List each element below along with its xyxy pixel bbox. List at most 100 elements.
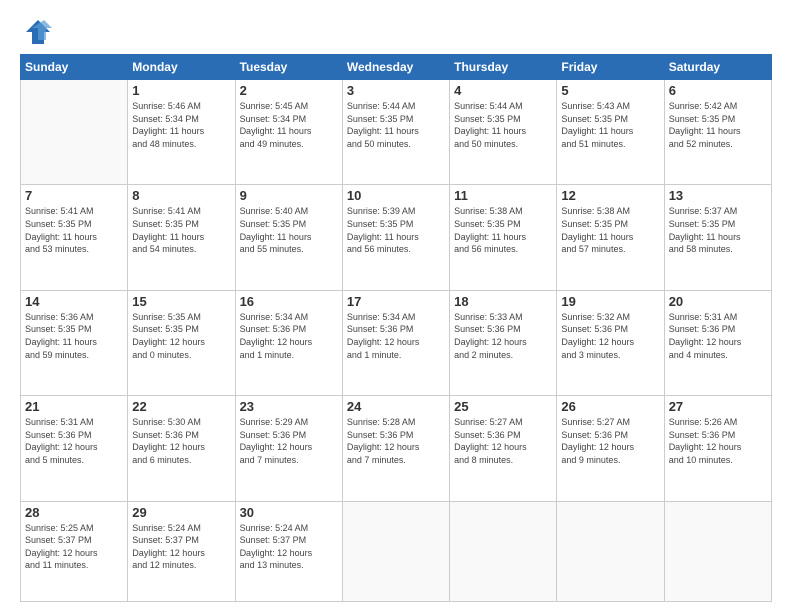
day-number: 17 — [347, 294, 445, 309]
day-number: 16 — [240, 294, 338, 309]
day-number: 5 — [561, 83, 659, 98]
day-number: 9 — [240, 188, 338, 203]
calendar-cell: 3 Sunrise: 5:44 AM Sunset: 5:35 PM Daylig… — [342, 80, 449, 185]
day-info: Sunrise: 5:31 AM Sunset: 5:36 PM Dayligh… — [25, 416, 123, 466]
calendar-cell: 14Sunrise: 5:36 AM Sunset: 5:35 PM Dayli… — [21, 290, 128, 395]
weekday-header-wednesday: Wednesday — [342, 55, 449, 80]
calendar-cell: 28 Sunrise: 5:25 AM Sunset: 5:37 PM Dayli… — [21, 501, 128, 602]
day-info: Sunrise: 5:35 AM Sunset: 5:35 PM Dayligh… — [132, 311, 230, 361]
day-info: Sunrise: 5:44 AM Sunset: 5:35 PM Dayligh… — [454, 100, 552, 150]
calendar-cell: 9 Sunrise: 5:40 AM Sunset: 5:35 PM Daylig… — [235, 185, 342, 290]
calendar-cell: 19 Sunrise: 5:32 AM Sunset: 5:36 PM Dayli… — [557, 290, 664, 395]
logo-icon — [24, 18, 52, 46]
calendar-cell: 15 Sunrise: 5:35 AM Sunset: 5:35 PM Dayli… — [128, 290, 235, 395]
day-number: 28 — [25, 505, 123, 520]
header — [20, 18, 772, 46]
calendar-cell: 27Sunrise: 5:26 AM Sunset: 5:36 PM Dayli… — [664, 396, 771, 501]
day-info: Sunrise: 5:38 AM Sunset: 5:35 PM Dayligh… — [454, 205, 552, 255]
day-info: Sunrise: 5:31 AM Sunset: 5:36 PM Dayligh… — [669, 311, 767, 361]
weekday-header-tuesday: Tuesday — [235, 55, 342, 80]
day-number: 6 — [669, 83, 767, 98]
calendar-cell: 2Sunrise: 5:45 AM Sunset: 5:34 PM Daylig… — [235, 80, 342, 185]
day-number: 4 — [454, 83, 552, 98]
day-info: Sunrise: 5:29 AM Sunset: 5:36 PM Dayligh… — [240, 416, 338, 466]
day-info: Sunrise: 5:25 AM Sunset: 5:37 PM Dayligh… — [25, 522, 123, 572]
day-info: Sunrise: 5:41 AM Sunset: 5:35 PM Dayligh… — [25, 205, 123, 255]
day-info: Sunrise: 5:24 AM Sunset: 5:37 PM Dayligh… — [240, 522, 338, 572]
day-number: 27 — [669, 399, 767, 414]
weekday-header-friday: Friday — [557, 55, 664, 80]
day-info: Sunrise: 5:44 AM Sunset: 5:35 PM Dayligh… — [347, 100, 445, 150]
day-info: Sunrise: 5:41 AM Sunset: 5:35 PM Dayligh… — [132, 205, 230, 255]
calendar-cell: 18 Sunrise: 5:33 AM Sunset: 5:36 PM Dayli… — [450, 290, 557, 395]
calendar-cell — [557, 501, 664, 602]
weekday-header-sunday: Sunday — [21, 55, 128, 80]
day-info: Sunrise: 5:34 AM Sunset: 5:36 PM Dayligh… — [347, 311, 445, 361]
day-number: 25 — [454, 399, 552, 414]
calendar-cell: 6 Sunrise: 5:42 AM Sunset: 5:35 PM Daylig… — [664, 80, 771, 185]
day-info: Sunrise: 5:40 AM Sunset: 5:35 PM Dayligh… — [240, 205, 338, 255]
day-number: 12 — [561, 188, 659, 203]
day-info: Sunrise: 5:37 AM Sunset: 5:35 PM Dayligh… — [669, 205, 767, 255]
calendar-cell: 17 Sunrise: 5:34 AM Sunset: 5:36 PM Dayli… — [342, 290, 449, 395]
logo — [20, 18, 52, 46]
calendar-cell: 7 Sunrise: 5:41 AM Sunset: 5:35 PM Daylig… — [21, 185, 128, 290]
day-info: Sunrise: 5:36 AM Sunset: 5:35 PM Dayligh… — [25, 311, 123, 361]
week-row-4: 21 Sunrise: 5:31 AM Sunset: 5:36 PM Dayli… — [21, 396, 772, 501]
day-info: Sunrise: 5:38 AM Sunset: 5:35 PM Dayligh… — [561, 205, 659, 255]
day-info: Sunrise: 5:27 AM Sunset: 5:36 PM Dayligh… — [561, 416, 659, 466]
weekday-header-thursday: Thursday — [450, 55, 557, 80]
calendar-cell: 26Sunrise: 5:27 AM Sunset: 5:36 PM Dayli… — [557, 396, 664, 501]
calendar-cell: 16 Sunrise: 5:34 AM Sunset: 5:36 PM Dayli… — [235, 290, 342, 395]
day-number: 30 — [240, 505, 338, 520]
calendar-cell: 10 Sunrise: 5:39 AM Sunset: 5:35 PM Dayli… — [342, 185, 449, 290]
calendar-cell: 30 Sunrise: 5:24 AM Sunset: 5:37 PM Dayli… — [235, 501, 342, 602]
calendar-cell: 21 Sunrise: 5:31 AM Sunset: 5:36 PM Dayli… — [21, 396, 128, 501]
day-number: 7 — [25, 188, 123, 203]
calendar-table: SundayMondayTuesdayWednesdayThursdayFrid… — [20, 54, 772, 602]
day-info: Sunrise: 5:34 AM Sunset: 5:36 PM Dayligh… — [240, 311, 338, 361]
day-number: 15 — [132, 294, 230, 309]
weekday-header-saturday: Saturday — [664, 55, 771, 80]
day-info: Sunrise: 5:30 AM Sunset: 5:36 PM Dayligh… — [132, 416, 230, 466]
day-info: Sunrise: 5:32 AM Sunset: 5:36 PM Dayligh… — [561, 311, 659, 361]
day-number: 18 — [454, 294, 552, 309]
day-number: 10 — [347, 188, 445, 203]
day-info: Sunrise: 5:43 AM Sunset: 5:35 PM Dayligh… — [561, 100, 659, 150]
calendar-cell — [664, 501, 771, 602]
day-info: Sunrise: 5:27 AM Sunset: 5:36 PM Dayligh… — [454, 416, 552, 466]
day-number: 3 — [347, 83, 445, 98]
calendar-cell: 22 Sunrise: 5:30 AM Sunset: 5:36 PM Dayli… — [128, 396, 235, 501]
day-number: 22 — [132, 399, 230, 414]
calendar-cell: 24 Sunrise: 5:28 AM Sunset: 5:36 PM Dayli… — [342, 396, 449, 501]
day-info: Sunrise: 5:33 AM Sunset: 5:36 PM Dayligh… — [454, 311, 552, 361]
calendar-cell — [21, 80, 128, 185]
day-number: 2 — [240, 83, 338, 98]
calendar-cell: 20Sunrise: 5:31 AM Sunset: 5:36 PM Dayli… — [664, 290, 771, 395]
calendar-cell: 29 Sunrise: 5:24 AM Sunset: 5:37 PM Dayli… — [128, 501, 235, 602]
day-number: 13 — [669, 188, 767, 203]
calendar-cell: 1 Sunrise: 5:46 AM Sunset: 5:34 PM Daylig… — [128, 80, 235, 185]
calendar-cell: 5 Sunrise: 5:43 AM Sunset: 5:35 PM Daylig… — [557, 80, 664, 185]
day-number: 24 — [347, 399, 445, 414]
day-number: 8 — [132, 188, 230, 203]
day-info: Sunrise: 5:24 AM Sunset: 5:37 PM Dayligh… — [132, 522, 230, 572]
calendar-cell: 8 Sunrise: 5:41 AM Sunset: 5:35 PM Daylig… — [128, 185, 235, 290]
calendar-cell: 12 Sunrise: 5:38 AM Sunset: 5:35 PM Dayli… — [557, 185, 664, 290]
day-number: 29 — [132, 505, 230, 520]
day-info: Sunrise: 5:46 AM Sunset: 5:34 PM Dayligh… — [132, 100, 230, 150]
day-number: 1 — [132, 83, 230, 98]
day-number: 11 — [454, 188, 552, 203]
day-number: 21 — [25, 399, 123, 414]
day-info: Sunrise: 5:42 AM Sunset: 5:35 PM Dayligh… — [669, 100, 767, 150]
day-number: 19 — [561, 294, 659, 309]
calendar-cell — [342, 501, 449, 602]
calendar-page: SundayMondayTuesdayWednesdayThursdayFrid… — [0, 0, 792, 612]
week-row-3: 14Sunrise: 5:36 AM Sunset: 5:35 PM Dayli… — [21, 290, 772, 395]
weekday-header-row: SundayMondayTuesdayWednesdayThursdayFrid… — [21, 55, 772, 80]
day-info: Sunrise: 5:28 AM Sunset: 5:36 PM Dayligh… — [347, 416, 445, 466]
day-info: Sunrise: 5:39 AM Sunset: 5:35 PM Dayligh… — [347, 205, 445, 255]
calendar-cell: 4 Sunrise: 5:44 AM Sunset: 5:35 PM Daylig… — [450, 80, 557, 185]
day-number: 23 — [240, 399, 338, 414]
calendar-cell — [450, 501, 557, 602]
